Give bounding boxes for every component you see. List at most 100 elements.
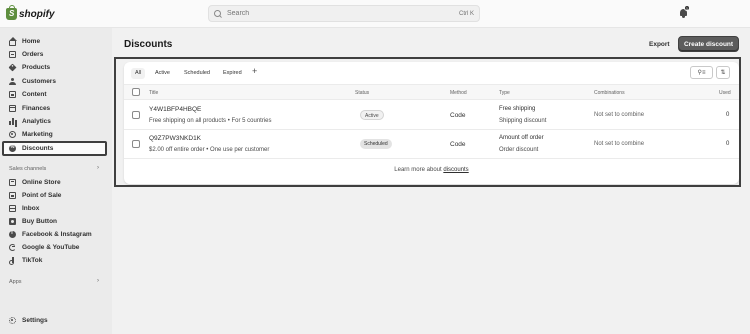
- sidebar-item-label: Finances: [22, 104, 51, 112]
- top-bar: shopify Ctrl K 1: [0, 0, 750, 28]
- sidebar-item-orders[interactable]: Orders: [4, 48, 106, 60]
- pos-icon: [9, 191, 16, 199]
- row-checkbox[interactable]: [132, 111, 140, 119]
- status-badge: Active: [360, 110, 384, 120]
- learn-more-link[interactable]: discounts: [443, 167, 468, 173]
- sort-icon: ⇅: [720, 69, 726, 76]
- store-icon: [9, 178, 16, 186]
- sidebar-item-label: Buy Button: [22, 217, 58, 225]
- combinations-cell: Not set to combine: [594, 112, 645, 118]
- row-checkbox[interactable]: [132, 140, 140, 148]
- method-cell: Code: [450, 141, 466, 148]
- search-filter-button[interactable]: ⚲≡: [690, 66, 713, 79]
- learn-more: Learn more about discounts: [124, 167, 739, 173]
- discount-code[interactable]: Y4W1BFP4HBQE: [149, 106, 201, 113]
- sidebar-item-label: Facebook & Instagram: [22, 230, 92, 238]
- sidebar-item-label: Marketing: [22, 130, 53, 138]
- sidebar-item-label: Discounts: [22, 145, 54, 152]
- sidebar-item-facebook-instagram[interactable]: Facebook & Instagram: [4, 228, 106, 240]
- filter-tabs: All Active Scheduled Expired + ⚲≡ ⇅: [124, 62, 739, 84]
- sidebar-item-label: Products: [22, 63, 51, 71]
- table-header: Title Status Method Type Combinations Us…: [124, 84, 739, 100]
- sidebar-item-label: Inbox: [22, 204, 40, 212]
- sidebar-item-settings[interactable]: Settings: [4, 314, 106, 326]
- home-icon: [9, 36, 17, 46]
- discount-code[interactable]: Q9Z7PW3NKD1K: [149, 135, 201, 142]
- chart-icon: [9, 117, 16, 125]
- notification-badge: 1: [684, 5, 690, 11]
- method-cell: Code: [450, 112, 466, 119]
- sidebar-item-point-of-sale[interactable]: Point of Sale: [4, 189, 106, 201]
- apps-chevron-icon[interactable]: ›: [97, 278, 99, 284]
- sidebar-item-discounts[interactable]: Discounts: [2, 141, 107, 156]
- logo-text: shopify: [19, 8, 55, 20]
- sidebar-item-google-youtube[interactable]: Google & YouTube: [4, 241, 106, 253]
- discount-summary: Free shipping on all products • For 5 co…: [149, 118, 272, 124]
- tag-icon: [8, 63, 17, 71]
- tab-active[interactable]: Active: [151, 68, 174, 79]
- tab-expired[interactable]: Expired: [219, 68, 246, 79]
- status-badge: Scheduled: [360, 139, 392, 149]
- shopify-logo[interactable]: shopify: [6, 5, 55, 21]
- search-input[interactable]: [227, 10, 459, 17]
- sidebar-item-products[interactable]: Products: [4, 61, 106, 73]
- sidebar-item-label: Content: [22, 90, 47, 98]
- column-used: Used: [719, 90, 731, 96]
- notifications-button[interactable]: 1: [679, 5, 690, 18]
- image-icon: [9, 90, 16, 98]
- search-filter-icon: ⚲≡: [697, 69, 706, 76]
- add-view-button[interactable]: +: [252, 66, 257, 76]
- type-cell: Amount off order: [499, 135, 544, 141]
- sidebar-item-label: Home: [22, 37, 41, 45]
- google-icon: [9, 243, 16, 251]
- search-shortcut: Ctrl K: [459, 10, 474, 17]
- sidebar-item-tiktok[interactable]: TikTok: [4, 254, 106, 266]
- sidebar-item-analytics[interactable]: Analytics: [4, 115, 106, 127]
- search-bar[interactable]: Ctrl K: [208, 5, 480, 22]
- inbox-icon: [9, 204, 16, 212]
- column-type: Type: [499, 90, 510, 96]
- sidebar-item-label: TikTok: [22, 256, 43, 264]
- used-cell: 0: [726, 141, 730, 147]
- column-title: Title: [149, 90, 159, 96]
- sidebar-item-buy-button[interactable]: Buy Button: [4, 215, 106, 227]
- discount-icon: [9, 144, 16, 152]
- combinations-cell: Not set to combine: [594, 141, 645, 147]
- target-icon: [9, 130, 16, 138]
- sidebar-item-label: Orders: [22, 50, 44, 58]
- bank-icon: [9, 104, 16, 112]
- sidebar-item-inbox[interactable]: Inbox: [4, 202, 106, 214]
- buy-button-icon: [9, 217, 16, 225]
- sidebar-item-content[interactable]: Content: [4, 88, 106, 100]
- sidebar-item-online-store[interactable]: Online Store: [4, 176, 106, 188]
- sidebar-item-marketing[interactable]: Marketing: [4, 128, 106, 140]
- select-all-checkbox[interactable]: [132, 88, 140, 96]
- facebook-icon: [9, 230, 16, 238]
- discounts-card: All Active Scheduled Expired + ⚲≡ ⇅ Titl…: [124, 62, 739, 184]
- sidebar-item-label: Analytics: [22, 117, 51, 125]
- column-status: Status: [355, 90, 370, 96]
- tab-all[interactable]: All: [131, 68, 146, 79]
- sales-channels-heading: Sales channels: [9, 166, 47, 172]
- sidebar: Home Orders Products Customers Content F…: [0, 28, 112, 334]
- type-cell: Free shipping: [499, 106, 536, 112]
- sidebar-item-label: Online Store: [22, 178, 61, 186]
- sidebar-item-label: Settings: [22, 316, 48, 324]
- sidebar-item-finances[interactable]: Finances: [4, 102, 106, 114]
- tab-scheduled[interactable]: Scheduled: [180, 68, 214, 79]
- sidebar-item-customers[interactable]: Customers: [4, 75, 106, 87]
- tiktok-icon: [9, 256, 16, 265]
- table-row[interactable]: Q9Z7PW3NKD1K $2.00 off entire order • On…: [124, 130, 739, 159]
- sales-channels-chevron-icon[interactable]: ›: [97, 165, 99, 171]
- column-method: Method: [450, 90, 467, 96]
- discount-summary: $2.00 off entire order • One use per cus…: [149, 147, 270, 153]
- sidebar-item-home[interactable]: Home: [4, 35, 106, 47]
- column-combinations: Combinations: [594, 90, 625, 96]
- sidebar-item-label: Customers: [22, 77, 56, 85]
- table-row[interactable]: Y4W1BFP4HBQE Free shipping on all produc…: [124, 101, 739, 130]
- export-button[interactable]: Export: [643, 36, 676, 52]
- type-subtext: Order discount: [499, 147, 539, 153]
- sidebar-item-label: Google & YouTube: [22, 243, 80, 251]
- sort-button[interactable]: ⇅: [716, 66, 730, 79]
- create-discount-button[interactable]: Create discount: [678, 36, 739, 52]
